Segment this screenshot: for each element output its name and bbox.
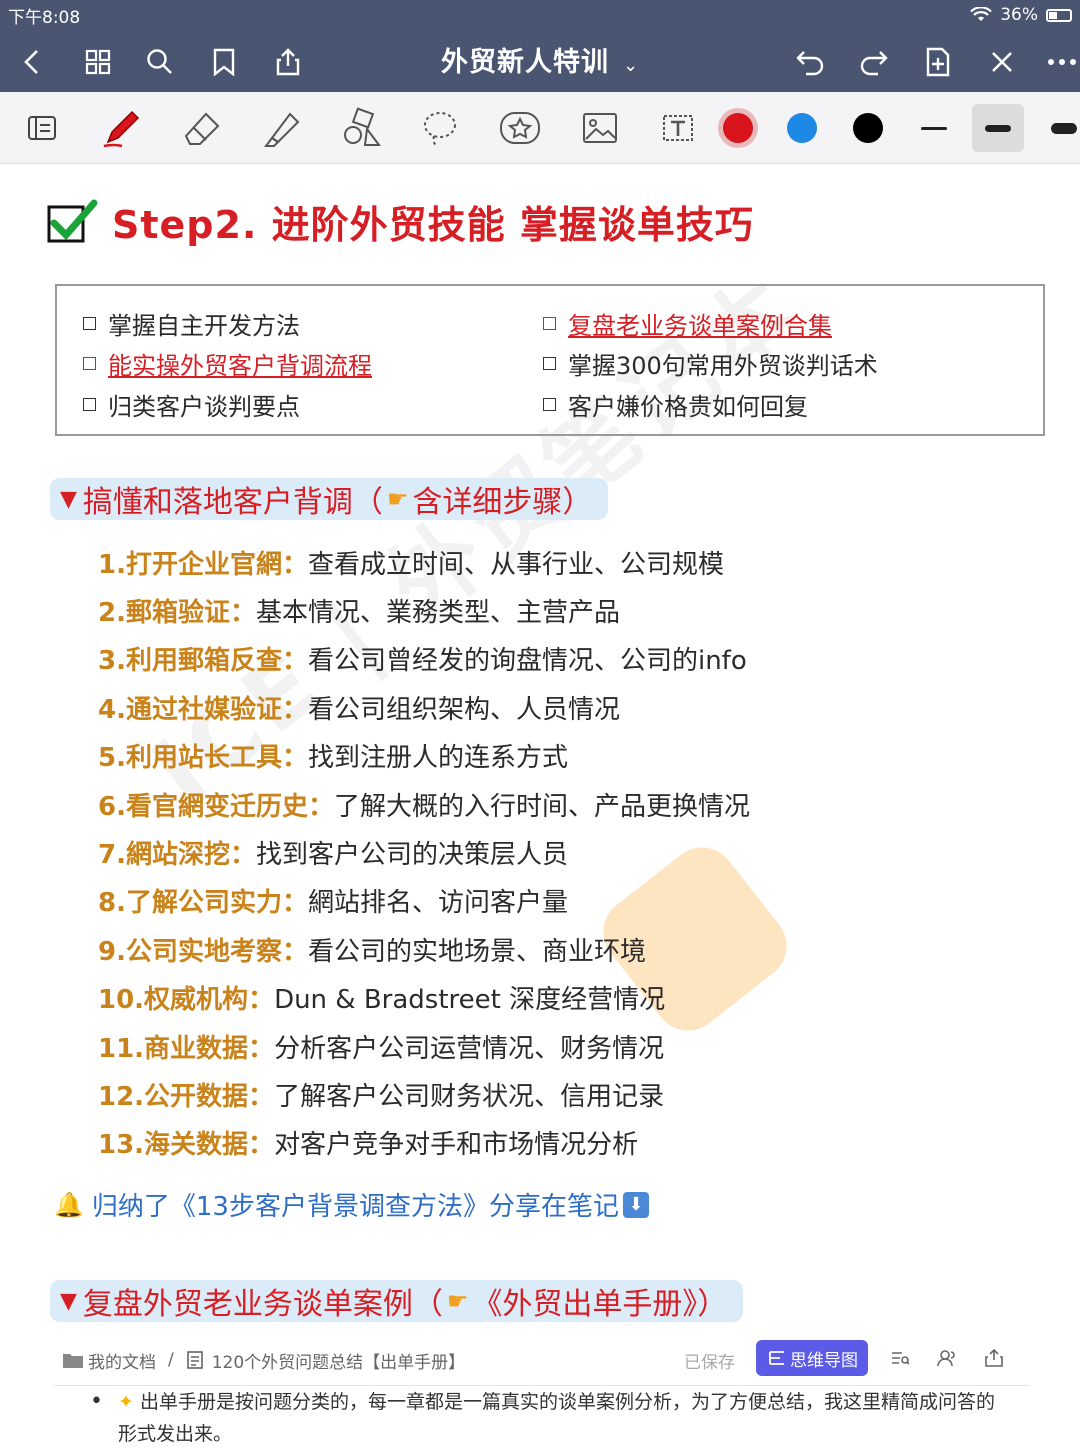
title-dropdown-icon[interactable]: ⌄ (623, 55, 639, 76)
drawing-toolbar (0, 92, 1080, 164)
checkbox-icon[interactable] (543, 317, 556, 330)
pen-tool-icon[interactable] (96, 104, 148, 152)
list-item: 1.打开企业官網： 查看成立时间、从事行业、公司规模 (98, 549, 724, 580)
goal-link[interactable]: 能实操外贸客户背调流程 (83, 346, 372, 381)
list-item: • ✦ 出单手册是按问题分类的，每一章都是一篇真实的谈单案例分析，为了方便总结，… (90, 1386, 1010, 1450)
save-status: 已保存 (684, 1352, 735, 1373)
status-bar: 下午8:08 36% (0, 0, 1080, 30)
checkbox-icon[interactable] (543, 398, 556, 411)
color-black[interactable] (842, 104, 894, 152)
checkbox-icon[interactable] (83, 398, 96, 411)
embedded-doc-header: 我的文档 / 120个外贸问题总结【出单手册】 已保存 思维导图 (62, 1340, 1012, 1380)
text-tool-icon[interactable] (652, 104, 704, 152)
status-time: 下午8:08 (8, 7, 81, 28)
section-heading-background-check: ▼ 搞懂和落地客户背调（ ☛ 含详细步骤） (50, 478, 609, 520)
stroke-medium-selected[interactable] (972, 104, 1024, 152)
eraser-icon[interactable] (176, 104, 228, 152)
bullet-dot: • (90, 1389, 103, 1414)
triangle-down-icon: ▼ (60, 1288, 77, 1314)
export-icon[interactable] (984, 1348, 1004, 1368)
note-page[interactable]: ICE | 外贸笔记本 Step2. 进阶外贸技能 掌握谈单技巧 掌握自主开发方… (0, 164, 1080, 1445)
list-item: 4.通过社媒验证： 看公司组织架构、人员情况 (98, 694, 620, 725)
list-item: 5.利用站长工具： 找到注册人的连系方式 (98, 743, 568, 774)
shapes-icon[interactable] (336, 104, 388, 152)
list-item: 10.权威机构： Dun & Bradstreet 深度经营情况 (98, 985, 666, 1016)
sticker-icon[interactable] (494, 104, 546, 152)
mindmap-button[interactable]: 思维导图 (756, 1340, 868, 1376)
add-page-icon[interactable] (918, 42, 958, 82)
collaborators-icon[interactable] (936, 1348, 958, 1368)
breadcrumb-document[interactable]: 120个外贸问题总结【出单手册】 (212, 1348, 465, 1373)
redo-icon[interactable] (854, 42, 894, 82)
breadcrumb-folder[interactable]: 我的文档 (88, 1348, 156, 1373)
list-item: 7.網站深挖： 找到客户公司的决策层人员 (98, 840, 568, 871)
goal-link[interactable]: 复盘老业务谈单案例合集 (543, 306, 832, 341)
reading-mode-icon[interactable] (16, 104, 68, 152)
list-item: 8.了解公司实力： 網站排名、访问客户量 (98, 888, 568, 919)
goal-item[interactable]: 掌握300句常用外贸谈判话术 (543, 346, 878, 381)
goal-item[interactable]: 归类客户谈判要点 (83, 387, 300, 422)
goal-item[interactable]: 客户嫌价格贵如何回复 (543, 387, 808, 422)
checkbox-icon[interactable] (83, 357, 96, 370)
list-item: 2.郵箱验证： 基本情况、業務类型、主营产品 (98, 598, 620, 629)
folder-icon (63, 1354, 83, 1368)
checkbox-checked-icon (47, 199, 98, 242)
stroke-thick[interactable] (1038, 104, 1080, 152)
list-item: 9.公司实地考察： 看公司的实地场景、商业环境 (98, 936, 646, 967)
section-heading-case-review: ▼ 复盘外贸老业务谈单案例（ ☛ 《外贸出单手册》） (50, 1280, 744, 1322)
checkbox-icon[interactable] (83, 317, 96, 330)
image-icon[interactable] (574, 104, 626, 152)
undo-icon[interactable] (790, 42, 830, 82)
stroke-thin[interactable] (908, 104, 960, 152)
highlighter-icon[interactable] (256, 104, 308, 152)
list-item: 12.公开数据： 了解客户公司财务状况、信用记录 (98, 1081, 665, 1112)
tools-close-icon[interactable] (982, 42, 1022, 82)
triangle-down-icon: ▼ (60, 486, 77, 512)
mindmap-icon (769, 1351, 784, 1365)
battery-percent: 36% (1000, 5, 1038, 25)
battery-icon (1046, 8, 1072, 22)
goals-box: 掌握自主开发方法 复盘老业务谈单案例合集 能实操外贸客户背调流程 掌握300句常… (55, 284, 1045, 436)
lasso-icon[interactable] (414, 104, 466, 152)
pointing-hand-icon: ☛ (386, 485, 409, 513)
nav-bar: 外贸新人特训 ⌄ (0, 30, 1080, 92)
goal-item[interactable]: 掌握自主开发方法 (83, 306, 300, 341)
pointing-hand-icon: ☛ (446, 1287, 469, 1315)
color-red-selected[interactable] (712, 104, 764, 152)
summary-note: 🔔 归纳了《13步客户背景调查方法》分享在笔记 ⬇ (54, 1186, 649, 1223)
bell-icon: 🔔 (54, 1190, 84, 1219)
background-check-steps: 1.打开企业官網： 查看成立时间、从事行业、公司规模 2.郵箱验证： 基本情况、業務… (98, 538, 750, 1167)
down-arrow-icon: ⬇ (622, 1191, 649, 1218)
sparkle-icon: ✦ (118, 1391, 134, 1413)
list-item: 13.海关数据： 对客户竞争对手和市场情况分析 (98, 1130, 639, 1161)
list-item: 3.利用郵箱反查： 看公司曾经发的询盘情况、公司的info (98, 646, 747, 677)
more-icon[interactable] (1042, 42, 1080, 82)
checkbox-icon[interactable] (543, 357, 556, 370)
page-title: Step2. 进阶外贸技能 掌握谈单技巧 (46, 194, 754, 249)
breadcrumb-separator: / (168, 1350, 174, 1370)
document-icon (186, 1351, 203, 1369)
color-blue[interactable] (776, 104, 828, 152)
list-item: 11.商业数据： 分析客户公司运营情况、财务情况 (98, 1033, 665, 1064)
wifi-icon (970, 7, 992, 21)
list-item: 6.看官網变迁历史： 了解大概的入行时间、产品更换情况 (98, 791, 750, 822)
outline-icon[interactable] (890, 1348, 910, 1368)
